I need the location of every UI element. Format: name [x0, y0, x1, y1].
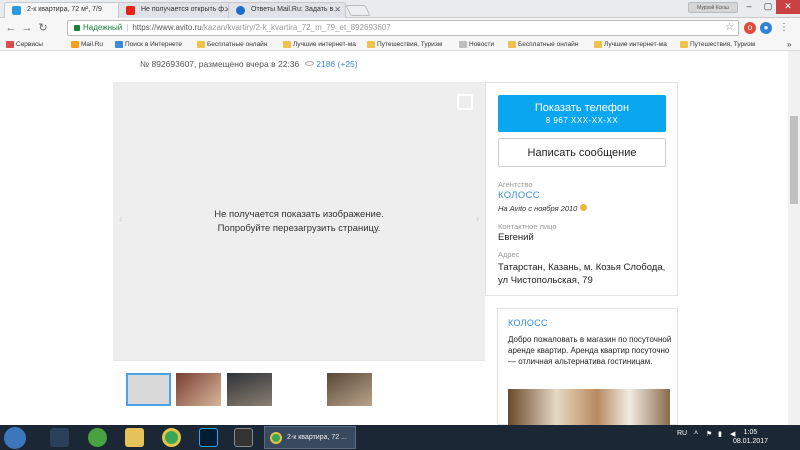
extension-icon[interactable]: o: [744, 22, 756, 34]
scrollbar-thumb[interactable]: [790, 116, 798, 204]
bookmark-item[interactable]: Лучшие интернет-ма: [594, 39, 676, 50]
secure-label: Надежный: [83, 23, 123, 32]
address-label: Адрес: [498, 250, 520, 259]
new-tab-button[interactable]: [345, 5, 371, 16]
url-path: /kazan/kvartiry/2-k_kvartira_72_m_79_et_…: [201, 23, 391, 32]
close-icon[interactable]: ✕: [334, 3, 341, 17]
thumbnail[interactable]: [227, 373, 272, 406]
listing-meta: № 892693607, размещено вчера в 22:36 2186…: [140, 59, 358, 69]
eye-icon: [305, 61, 315, 66]
tray-arrow-icon[interactable]: ˄: [694, 430, 698, 437]
ad-text: Добро пожаловать в магазин по посуточной…: [508, 335, 672, 366]
taskbar-chrome-window[interactable]: 2-к квартира, 72 ...: [264, 426, 356, 449]
profile-button[interactable]: Мурзой Ксюш: [688, 2, 738, 13]
apps-icon: [6, 41, 14, 48]
back-arrow-icon[interactable]: ←: [4, 21, 18, 35]
seller-panel: Показать телефон 8 967 XXX-XX-XX Написат…: [485, 82, 678, 296]
mailru-icon: [71, 41, 79, 48]
folder-icon: [197, 41, 205, 48]
bookmark-item[interactable]: Сервисы: [6, 39, 56, 50]
tab-label: Ответы Mail.Ru: Задать в...: [251, 6, 340, 13]
bookmark-item[interactable]: Поиск в Интернете: [115, 39, 195, 50]
language-indicator[interactable]: RU: [677, 430, 687, 437]
page-content: № 892693607, размещено вчера в 22:36 2186…: [0, 51, 800, 425]
contact-name: Евгений: [498, 232, 534, 243]
photoshop-icon[interactable]: [199, 428, 218, 447]
thumbnail[interactable]: [126, 373, 171, 406]
search-icon: [115, 41, 123, 48]
views-count: 2186 (+25): [305, 59, 358, 69]
chrome-icon[interactable]: [162, 428, 181, 447]
folder-icon: [680, 41, 688, 48]
fullscreen-icon[interactable]: [457, 94, 473, 110]
reload-icon[interactable]: ↻: [36, 21, 50, 35]
agency-link[interactable]: КОЛОСС: [498, 190, 540, 201]
browser-toolbar: ← → ↻ Надежный | https://www.avito.ru/kaza…: [0, 18, 800, 38]
lock-icon: [74, 25, 80, 31]
bookmark-item[interactable]: Новости: [459, 39, 503, 50]
more-bookmarks-icon[interactable]: »: [787, 39, 797, 50]
scrollbar[interactable]: [788, 51, 800, 425]
bookmark-star-icon[interactable]: ☆: [725, 21, 734, 35]
bookmark-item[interactable]: Mail.Ru: [71, 39, 111, 50]
tab-avito[interactable]: 2-к квартира, 72 м², 7/9 ✕: [4, 2, 130, 18]
bookmark-item[interactable]: Бесплатные онлайн: [508, 39, 588, 50]
tab-strip: 2-к квартира, 72 м², 7/9 ✕ Не получается…: [0, 0, 800, 18]
tab-label: Не получается открыть ф...: [141, 6, 230, 13]
listing-number: № 892693607, размещено вчера в 22:36: [140, 59, 300, 69]
chrome-icon: [270, 432, 282, 444]
address-bar[interactable]: Надежный | https://www.avito.ru/kazan/kvar…: [67, 20, 739, 36]
address-value: Татарстан, Казань, м. Козья Слобода, ул …: [498, 262, 666, 286]
menu-icon[interactable]: ⋮: [778, 22, 790, 34]
tab-mailru[interactable]: Ответы Mail.Ru: Задать в... ✕: [228, 2, 346, 18]
tab-label: 2-к квартира, 72 м², 7/9: [27, 6, 102, 13]
medal-icon: [580, 204, 588, 211]
agency-label: Агентство: [498, 180, 533, 189]
folder-icon[interactable]: [125, 428, 144, 447]
youtube-favicon-icon: [126, 6, 135, 15]
steam-icon[interactable]: [50, 428, 69, 447]
agency-ad[interactable]: КОЛОСС Добро пожаловать в магазин по пос…: [497, 308, 678, 425]
contact-label: Контактное лицо: [498, 222, 557, 231]
folder-icon: [283, 41, 291, 48]
folder-icon: [367, 41, 375, 48]
thumbnail[interactable]: [176, 373, 221, 406]
show-phone-button[interactable]: Показать телефон 8 967 XXX-XX-XX: [498, 95, 666, 132]
video-editor-icon[interactable]: [234, 428, 253, 447]
windows-taskbar: 2-к квартира, 72 ... RU ˄ ⚑ ▮ ◀ 1:05 08.…: [0, 425, 800, 450]
start-button[interactable]: [4, 427, 26, 449]
url-base: https://www.avito.ru: [132, 23, 202, 32]
bookmark-item[interactable]: Путешествия, Туризм: [367, 39, 453, 50]
window-close-button[interactable]: ✕: [776, 0, 800, 14]
page-icon: [459, 41, 467, 48]
tray-flag-icon[interactable]: ⚑: [706, 430, 712, 438]
bookmark-item[interactable]: Бесплатные онлайн: [197, 39, 277, 50]
write-message-button[interactable]: Написать сообщение: [498, 138, 666, 167]
bookmark-item[interactable]: Путешествия, Туризм: [680, 39, 786, 50]
folder-icon: [594, 41, 602, 48]
bookmark-item[interactable]: Лучшие интернет-ма: [283, 39, 363, 50]
utorrent-icon[interactable]: [88, 428, 107, 447]
photo-gallery[interactable]: ‹ › Не получается показать изображение. …: [113, 82, 485, 360]
gallery-error-message: Не получается показать изображение. Попр…: [214, 209, 384, 234]
thumbnail-strip: [113, 360, 485, 420]
member-since: На Avito с ноября 2010: [498, 204, 588, 213]
network-icon[interactable]: ▮: [718, 430, 722, 438]
avito-favicon-icon: [12, 6, 21, 15]
folder-icon: [508, 41, 516, 48]
ad-image[interactable]: [508, 389, 670, 425]
mailru-favicon-icon: [236, 6, 245, 15]
tab-youtube[interactable]: Не получается открыть ф... ✕: [118, 2, 236, 18]
forward-arrow-icon[interactable]: →: [20, 21, 34, 35]
bookmarks-bar: Сервисы Mail.Ru Поиск в Интернете Беспла…: [0, 38, 800, 51]
system-clock[interactable]: 1:05 08.01.2017: [733, 428, 768, 446]
thumbnail[interactable]: [327, 373, 372, 406]
ad-title[interactable]: КОЛОСС: [508, 318, 548, 328]
extension-icon[interactable]: ●: [760, 22, 772, 34]
